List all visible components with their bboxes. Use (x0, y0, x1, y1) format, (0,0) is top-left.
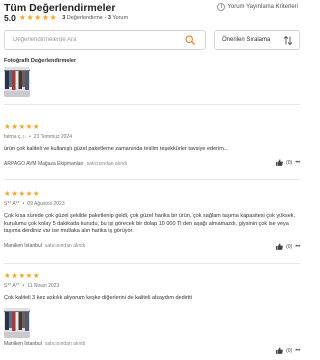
review-date: 23 Temmuz 2024 (33, 134, 72, 140)
review-author: S** A** (4, 283, 20, 289)
thumbs-up-icon[interactable] (276, 347, 283, 354)
review-meta: S** A** • 09 Ağustos 2023 (4, 201, 65, 207)
review-text: Çok kısa sürede çok güzel şekilde paketl… (4, 213, 296, 234)
review-meta: fatma ç. ı. • 23 Temmuz 2024 (4, 134, 72, 140)
review-photo-thumbnail[interactable] (4, 307, 30, 338)
search-input[interactable] (13, 37, 173, 43)
thumbs-up-icon[interactable] (276, 243, 283, 250)
review-actions: (0) ••• (276, 243, 300, 250)
review-photo-thumbnail[interactable] (4, 67, 30, 97)
review-seller: ARPAGO AVM Mağaza Ekipmanları satıcısınd… (4, 161, 300, 167)
review-author: S** A** (4, 201, 20, 207)
sort-selected: Önerilen Sıralama (222, 37, 271, 43)
review-date: 09 Ağustos 2023 (27, 201, 65, 207)
rating-count: 3 (62, 15, 66, 21)
search-box (4, 30, 206, 50)
comment-count: 3 (107, 15, 111, 21)
review-stars-icon: ★★★★★ (4, 189, 41, 198)
review-item: ★★★★★ S** A** • 11 Nisan 2023 Çok kaliteli… (4, 271, 300, 354)
seller-name[interactable]: ARPAGO AVM Mağaza Ekipmanları (4, 161, 84, 167)
rating-counts: 3 Değerlendirme • 3 Yorum (62, 15, 129, 21)
rating-stars-icon: ★★★★★ (18, 13, 58, 22)
divider (4, 104, 300, 105)
rating-summary: 5.0 ★★★★★ 3 Değerlendirme • 3 Yorum (4, 13, 128, 23)
divider (4, 179, 300, 180)
like-count: (0) (286, 159, 293, 166)
review-stars-icon: ★★★★★ (4, 122, 41, 131)
review-actions: (0) ••• (276, 159, 300, 166)
criteria-label: Yorum Yayınlama Kriterleri (227, 4, 298, 10)
review-seller: Maniken İstanbul satıcısından alındı (4, 243, 300, 249)
comment-count-label: Yorum (112, 15, 129, 21)
sort-arrows-icon (283, 35, 293, 46)
seller-suffix: satıcısından alındı (44, 242, 86, 249)
review-text: ürün çok kaliteli ve kullanışlı güzel pa… (4, 146, 229, 152)
more-options-icon[interactable]: ••• (295, 160, 300, 166)
review-author: fatma ç. ı. (4, 134, 26, 140)
more-options-icon[interactable]: ••• (295, 244, 300, 250)
like-count: (0) (286, 347, 293, 354)
review-seller: Maniken İstanbul satıcısından alındı (4, 341, 300, 347)
review-text: Çok kaliteli 3 kez askılık aliyorum keşk… (4, 295, 192, 301)
rating-score: 5.0 (4, 13, 16, 23)
photo-reviews-title: Fotoğraflı Değerlendirmeler (4, 58, 77, 64)
info-icon: i (217, 3, 226, 11)
review-item: ★★★★★ fatma ç. ı. • 23 Temmuz 2024 ürün ço… (4, 123, 300, 167)
review-stars-icon: ★★★★★ (4, 271, 41, 280)
search-icon[interactable] (185, 35, 195, 45)
criteria-link[interactable]: i Yorum Yayınlama Kriterleri (217, 3, 298, 11)
seller-name[interactable]: Maniken İstanbul (4, 341, 42, 347)
divider (4, 263, 300, 264)
review-actions: (0) ••• (276, 347, 300, 354)
review-date: 11 Nisan 2023 (27, 283, 60, 289)
like-count: (0) (286, 243, 293, 250)
sort-dropdown[interactable]: Önerilen Sıralama (214, 30, 300, 50)
more-options-icon[interactable]: ••• (295, 348, 300, 354)
seller-suffix: satıcısından alındı (44, 340, 86, 347)
review-item: ★★★★★ S** A** • 09 Ağustos 2023 Çok kısa s… (4, 189, 300, 250)
review-meta: S** A** • 11 Nisan 2023 (4, 283, 60, 289)
rating-count-label: Değerlendirme (66, 15, 103, 21)
seller-suffix: satıcısından alındı (86, 160, 128, 167)
thumbs-up-icon[interactable] (276, 159, 283, 166)
seller-name[interactable]: Maniken İstanbul (4, 243, 42, 249)
